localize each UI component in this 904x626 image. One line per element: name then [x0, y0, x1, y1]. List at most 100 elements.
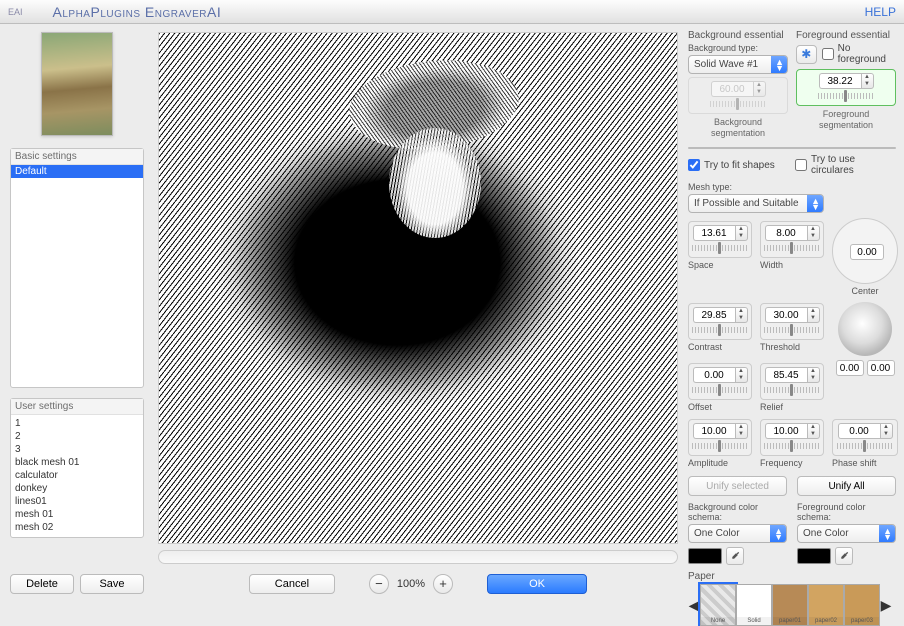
try-fit-checkbox[interactable]: Try to fit shapes: [688, 154, 789, 176]
engraving-render: [389, 128, 481, 238]
snowflake-icon[interactable]: ✱: [796, 45, 817, 64]
try-circulares-checkbox[interactable]: Try to use circulares: [795, 154, 896, 176]
fg-seg-input[interactable]: [819, 73, 861, 89]
bg-type-label: Background type:: [688, 43, 788, 53]
preview-column: Cancel − 100% + OK: [150, 24, 686, 600]
relief-input[interactable]: [765, 367, 807, 383]
fg-color-swatch[interactable]: [797, 548, 831, 564]
stepper-icon[interactable]: ▲▼: [807, 423, 820, 439]
center-y-input[interactable]: [867, 360, 895, 376]
space-input[interactable]: [693, 225, 735, 241]
center-xy[interactable]: [832, 360, 898, 376]
user-settings-list[interactable]: 1 2 3 black mesh 01 calculator donkey li…: [11, 415, 143, 537]
mini-slider[interactable]: [764, 327, 820, 333]
stepper-icon[interactable]: ▲▼: [880, 423, 893, 439]
center-angle-input[interactable]: [850, 244, 884, 260]
mini-slider[interactable]: [818, 93, 874, 99]
zoom-out-button[interactable]: −: [369, 574, 389, 594]
contrast-input[interactable]: [693, 307, 735, 323]
fg-schema-select[interactable]: One Color▲▼: [797, 524, 896, 543]
stepper-icon[interactable]: ▲▼: [807, 307, 820, 323]
save-button[interactable]: Save: [80, 574, 144, 594]
phase-control[interactable]: ▲▼: [832, 419, 898, 456]
amplitude-control[interactable]: ▲▼: [688, 419, 752, 456]
offset-control[interactable]: ▲▼: [688, 363, 752, 400]
paper-prev-arrow[interactable]: ◀: [688, 584, 700, 626]
unify-all-button[interactable]: Unify All: [797, 476, 896, 496]
fg-segmentation-control[interactable]: ▲▼: [796, 69, 896, 106]
phase-input[interactable]: [838, 423, 880, 439]
paper-swatch-label: None: [701, 617, 735, 625]
mini-slider[interactable]: [692, 387, 748, 393]
mini-slider[interactable]: [764, 387, 820, 393]
bg-type-select[interactable]: Solid Wave #1 ▲▼: [688, 55, 788, 74]
source-thumbnail[interactable]: [41, 32, 113, 136]
relief-control[interactable]: ▲▼: [760, 363, 824, 400]
stepper-icon[interactable]: ▲▼: [735, 225, 748, 241]
amplitude-input[interactable]: [693, 423, 735, 439]
preset-item[interactable]: Default: [11, 165, 143, 178]
bg-essential-header: Background essential: [688, 30, 788, 41]
frequency-control[interactable]: ▲▼: [760, 419, 824, 456]
eyedropper-icon[interactable]: [726, 547, 744, 565]
bg-seg-label: Background segmentation: [688, 117, 788, 139]
mesh-type-select[interactable]: If Possible and Suitable ▲▼: [688, 194, 824, 213]
preset-item[interactable]: black mesh 01: [11, 456, 143, 469]
basic-settings-list[interactable]: Default: [11, 165, 143, 387]
threshold-control[interactable]: ▲▼: [760, 303, 824, 340]
preset-item[interactable]: lines01: [11, 495, 143, 508]
stepper-icon[interactable]: ▲▼: [861, 73, 874, 89]
zoom-in-button[interactable]: +: [433, 574, 453, 594]
preset-item[interactable]: mesh 02: [11, 521, 143, 534]
offset-input[interactable]: [693, 367, 735, 383]
preview-canvas[interactable]: [158, 32, 678, 544]
no-foreground-checkbox[interactable]: No foreground: [822, 43, 896, 65]
chevron-updown-icon: ▲▼: [774, 528, 783, 540]
delete-button[interactable]: Delete: [10, 574, 74, 594]
mini-slider[interactable]: [764, 443, 820, 449]
contrast-label: Contrast: [688, 342, 752, 352]
help-link[interactable]: HELP: [865, 5, 896, 19]
paper-swatch[interactable]: paper03: [844, 584, 880, 626]
center-dial[interactable]: [832, 218, 898, 284]
preset-item[interactable]: 1: [11, 417, 143, 430]
relief-label: Relief: [760, 402, 824, 412]
frequency-input[interactable]: [765, 423, 807, 439]
stepper-icon[interactable]: ▲▼: [807, 225, 820, 241]
paper-swatch-none[interactable]: None: [700, 584, 736, 626]
center-x-input[interactable]: [836, 360, 864, 376]
preset-item[interactable]: donkey: [11, 482, 143, 495]
stepper-icon[interactable]: ▲▼: [807, 367, 820, 383]
preview-scrollbar[interactable]: [158, 550, 678, 564]
mini-slider[interactable]: [837, 443, 893, 449]
paper-swatch[interactable]: paper02: [808, 584, 844, 626]
preset-item[interactable]: calculator: [11, 469, 143, 482]
stepper-icon[interactable]: ▲▼: [735, 367, 748, 383]
contrast-control[interactable]: ▲▼: [688, 303, 752, 340]
width-control[interactable]: ▲▼: [760, 221, 824, 258]
stepper-icon[interactable]: ▲▼: [735, 423, 748, 439]
cancel-button[interactable]: Cancel: [249, 574, 335, 594]
paper-swatch[interactable]: paper01: [772, 584, 808, 626]
geometry-randomness-tabs[interactable]: Geometry Randomness: [688, 147, 896, 149]
mini-slider[interactable]: [692, 443, 748, 449]
paper-next-arrow[interactable]: ▶: [880, 584, 892, 626]
try-fit-label: Try to fit shapes: [704, 160, 775, 171]
mini-slider[interactable]: [692, 245, 748, 251]
eyedropper-icon[interactable]: [835, 547, 853, 565]
paper-swatch-solid[interactable]: Solid: [736, 584, 772, 626]
preset-item[interactable]: mesh 01: [11, 508, 143, 521]
mini-slider[interactable]: [764, 245, 820, 251]
preset-item[interactable]: 2: [11, 430, 143, 443]
width-input[interactable]: [765, 225, 807, 241]
unify-selected-button[interactable]: Unify selected: [688, 476, 787, 496]
mini-slider[interactable]: [692, 327, 748, 333]
bg-color-swatch[interactable]: [688, 548, 722, 564]
stepper-icon[interactable]: ▲▼: [735, 307, 748, 323]
threshold-input[interactable]: [765, 307, 807, 323]
preset-item[interactable]: 3: [11, 443, 143, 456]
center-ball[interactable]: [838, 302, 892, 356]
bg-schema-select[interactable]: One Color▲▼: [688, 524, 787, 543]
ok-button[interactable]: OK: [487, 574, 587, 594]
space-control[interactable]: ▲▼: [688, 221, 752, 258]
